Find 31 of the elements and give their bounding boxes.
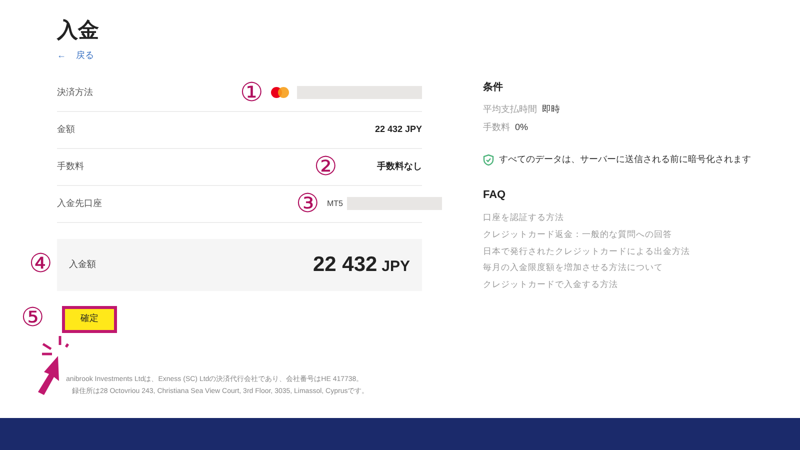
faq-title: FAQ [483,188,507,202]
faq-link[interactable]: クレジットカード返金：一般的な質問への回答 [483,228,672,240]
confirm-button[interactable]: 確定 [62,306,117,332]
step-number: ④ [29,250,52,276]
condition-label: 平均支払時間 [483,103,537,116]
step-number: ⑤ [21,304,44,330]
faq-link[interactable]: 毎月の入金限度額を増加させる方法について [483,261,663,274]
faq-link[interactable]: 日本で発行されたクレジットカードによる出金方法 [483,244,690,258]
condition-label: 手数料 [483,120,510,134]
condition-value: 0% [515,120,528,134]
faq-link[interactable]: 口座を認証する方法 [483,211,564,224]
row-label: 入金先口座 [57,196,102,210]
back-link[interactable]: ← 戻る [57,49,94,62]
row-value: 手数料なし [377,160,422,173]
row-label: 手数料 [57,160,84,173]
step-number: ③ [296,190,319,216]
card-logo-icon [271,87,289,98]
row-value: 22 432 JPY [374,122,422,136]
page-title: 入金 [57,20,100,41]
total-label: 入金額 [69,258,96,271]
conditions-title: 条件 [483,80,504,95]
security-note: すべてのデータは、サーバーに送信される前に暗号化されます [499,153,751,166]
shield-check-icon [483,154,494,166]
total-amount: 22 432 JPY [312,252,410,278]
faq-link[interactable]: クレジットカードで入金する方法 [483,278,618,291]
step-number: ② [314,154,337,180]
row-label: 金額 [57,122,75,136]
step-number: ① [240,80,263,106]
condition-value: 即時 [542,103,560,116]
account-type: MT5 [327,198,343,210]
row-label: 決済方法 [57,86,93,99]
